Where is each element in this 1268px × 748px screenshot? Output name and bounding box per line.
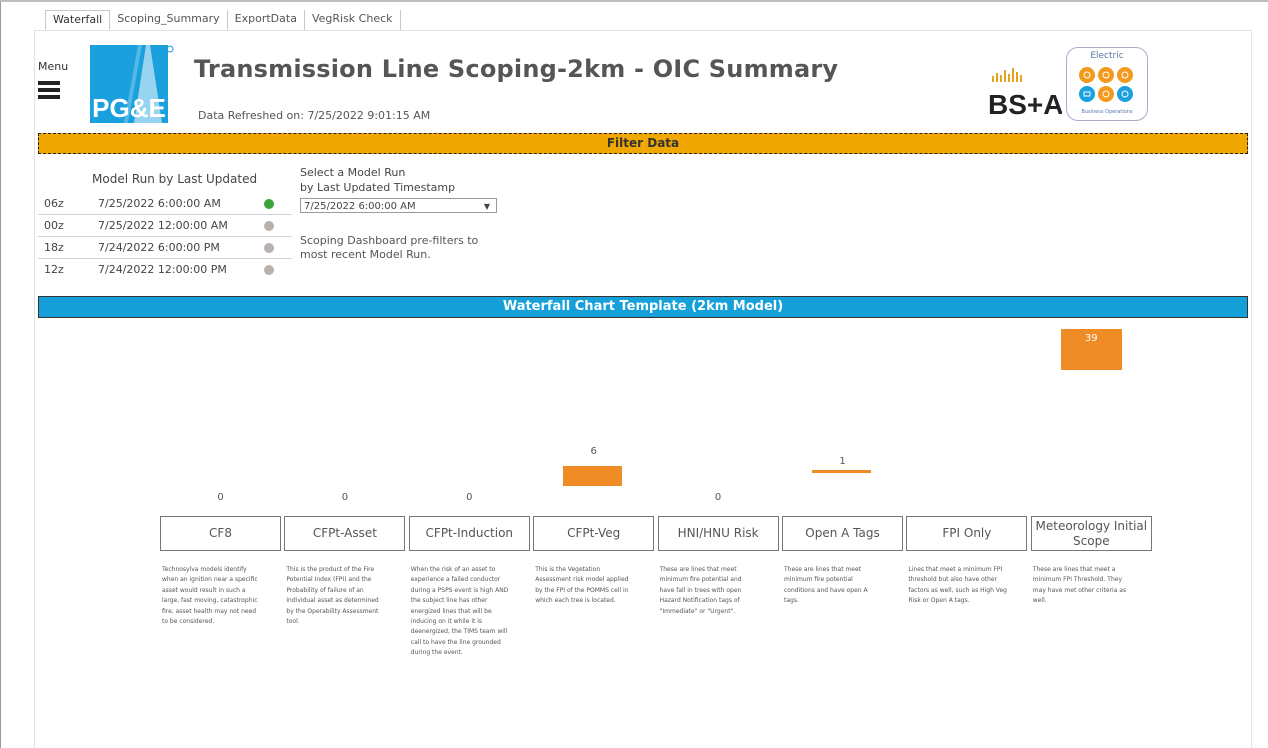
sheet-tabs: Waterfall Scoping_Summary ExportData Veg…: [45, 10, 401, 30]
tab-waterfall[interactable]: Waterfall: [45, 10, 111, 30]
prefilter-note-line1: Scoping Dashboard pre-filters to: [300, 234, 479, 247]
model-run-row[interactable]: 18z 7/24/2022 6:00:00 PM: [38, 237, 292, 259]
status-dot-icon: [264, 264, 274, 275]
prefilter-note: Scoping Dashboard pre-filters to most re…: [300, 234, 478, 262]
model-run-row[interactable]: 06z 7/25/2022 6:00:00 AM: [38, 193, 292, 215]
electric-icons: [1079, 67, 1133, 102]
model-run-row[interactable]: 12z 7/24/2022 12:00:00 PM: [38, 259, 292, 280]
selector-title-line2: by Last Updated Timestamp: [300, 181, 456, 194]
model-run-selector-label: Select a Model Run by Last Updated Times…: [300, 165, 455, 195]
bsa-logo-text: BS+A: [988, 89, 1062, 120]
hamburger-menu-icon[interactable]: [38, 81, 60, 99]
electric-label: Electric: [1090, 51, 1124, 61]
status-dot-icon: [264, 242, 274, 253]
selector-title-line1: Select a Model Run: [300, 166, 406, 179]
category-box: Open A Tags: [782, 516, 903, 551]
pge-logo: PG&E: [90, 45, 174, 123]
dropdown-caret-icon: ▼: [483, 202, 490, 211]
prefilter-note-line2: most recent Model Run.: [300, 248, 431, 261]
model-run-time: 7/25/2022 12:00:00 AM: [98, 219, 228, 232]
electric-sub-label: Business Operations: [1081, 109, 1133, 115]
category-box: CF8: [160, 516, 281, 551]
data-refreshed-timestamp: Data Refreshed on: 7/25/2022 9:01:15 AM: [198, 109, 431, 122]
model-run-time: 7/24/2022 12:00:00 PM: [98, 263, 227, 276]
model-run-dropdown[interactable]: 7/25/2022 6:00:00 AM ▼: [300, 198, 497, 213]
dropdown-value: 7/25/2022 6:00:00 AM: [304, 201, 416, 212]
filter-data-header: Filter Data: [38, 133, 1248, 154]
model-run-code: 00z: [44, 219, 64, 232]
status-dot-icon: [264, 198, 274, 209]
category-box: CFPt-Asset: [284, 516, 406, 551]
waterfall-chart-header: Waterfall Chart Template (2km Model): [38, 296, 1248, 318]
model-run-time: 7/24/2022 6:00:00 PM: [98, 241, 220, 254]
tab-vegrisk-check[interactable]: VegRisk Check: [304, 10, 401, 30]
category-box: CFPt-Veg: [533, 516, 655, 551]
category-box: HNI/HNU Risk: [657, 516, 779, 551]
tab-export-data[interactable]: ExportData: [227, 10, 305, 30]
logo-text: PG&E: [92, 93, 166, 123]
model-run-code: 06z: [44, 197, 64, 210]
model-run-time: 7/25/2022 6:00:00 AM: [98, 197, 221, 210]
bsa-logo: BS+A: [988, 68, 1062, 120]
page-title: Transmission Line Scoping-2km - OIC Summ…: [194, 55, 839, 83]
electric-business-operations-logo: Electric Business Operations: [1066, 47, 1148, 121]
status-dot-icon: [264, 220, 274, 231]
tab-scoping-summary[interactable]: Scoping_Summary: [110, 10, 228, 30]
category-box: FPI Only: [906, 516, 1028, 551]
top-border: [0, 0, 1268, 2]
category-box: CFPt-Induction: [408, 516, 530, 551]
model-run-table: 06z 7/25/2022 6:00:00 AM 00z 7/25/2022 1…: [38, 193, 292, 280]
menu-label: Menu: [38, 60, 69, 73]
model-run-heading: Model Run by Last Updated: [92, 172, 258, 186]
model-run-row[interactable]: 00z 7/25/2022 12:00:00 AM: [38, 215, 292, 237]
category-box: Meteorology Initial Scope: [1030, 516, 1152, 551]
model-run-code: 12z: [44, 263, 64, 276]
model-run-code: 18z: [44, 241, 64, 254]
